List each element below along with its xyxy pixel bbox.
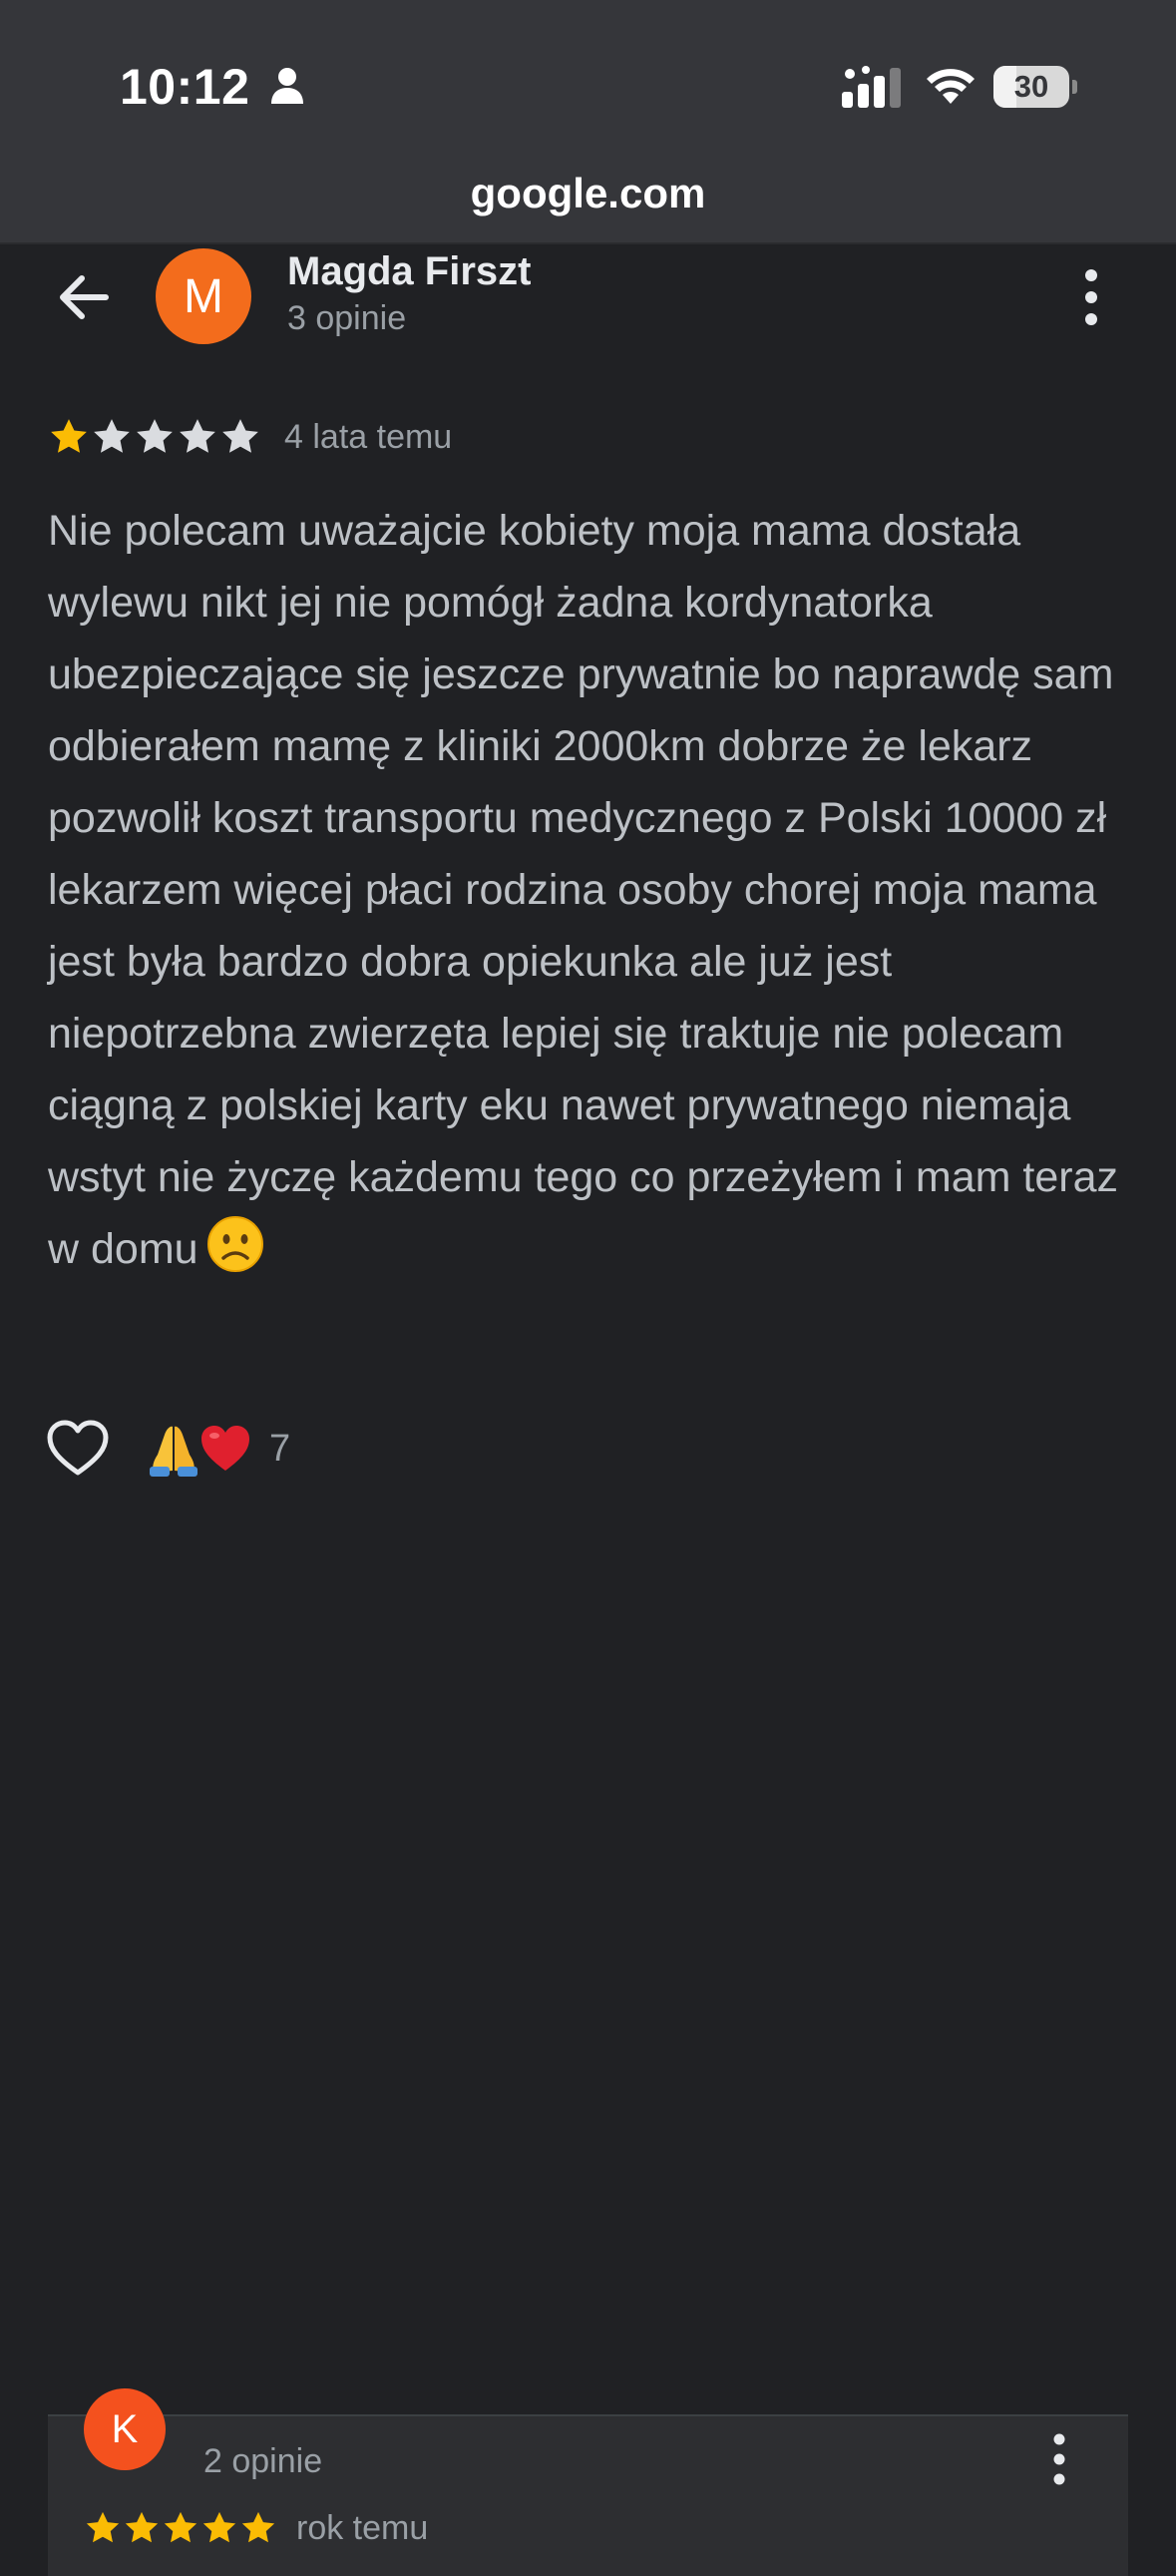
star-empty-icon bbox=[222, 419, 258, 453]
next-review-date: rok temu bbox=[296, 2508, 429, 2547]
heart-outline-icon[interactable] bbox=[46, 1419, 110, 1479]
reviewer-review-count: 3 opinie bbox=[287, 299, 407, 337]
wifi-icon bbox=[927, 69, 975, 104]
star-empty-icon bbox=[94, 419, 130, 453]
stars bbox=[48, 416, 262, 458]
reactions-summary[interactable]: 7 bbox=[148, 1421, 290, 1477]
next-review-card[interactable]: K 2 opinie rok temu bbox=[48, 2388, 1128, 2576]
star-filled-icon bbox=[164, 2511, 197, 2543]
star-filled-icon bbox=[202, 2511, 236, 2543]
battery-icon: 30 bbox=[993, 66, 1077, 108]
star-filled-icon bbox=[241, 2511, 275, 2543]
review-body: Nie polecam uważajcie kobiety moja mama … bbox=[48, 507, 1118, 1273]
star-rating: 4 lata temu bbox=[48, 413, 452, 461]
star-empty-icon bbox=[180, 419, 215, 453]
next-star-rating: rok temu bbox=[84, 2504, 428, 2552]
status-time: 10:12 bbox=[120, 59, 250, 115]
frowning-face-icon bbox=[206, 1216, 263, 1272]
review-text: Nie polecam uważajcie kobiety moja mama … bbox=[48, 495, 1135, 1285]
more-options-icon[interactable] bbox=[1075, 265, 1107, 329]
star-filled-icon bbox=[125, 2511, 159, 2543]
battery-level-text: 30 bbox=[1013, 69, 1049, 104]
back-arrow-icon[interactable] bbox=[52, 265, 116, 329]
star-empty-icon bbox=[137, 419, 173, 453]
next-stars bbox=[84, 2509, 278, 2547]
next-avatar[interactable]: K bbox=[84, 2388, 166, 2470]
next-avatar-letter: K bbox=[111, 2406, 139, 2451]
folded-hands-icon bbox=[150, 1426, 197, 1477]
reviewer-name[interactable]: Magda Firszt bbox=[287, 249, 531, 294]
cellular-signal-icon bbox=[842, 66, 901, 108]
star-filled-icon bbox=[86, 2511, 120, 2543]
more-options-icon[interactable] bbox=[1045, 2430, 1073, 2488]
reaction-count: 7 bbox=[269, 1427, 291, 1470]
red-heart-icon bbox=[201, 1426, 249, 1471]
review-date: 4 lata temu bbox=[284, 417, 453, 456]
url-bar[interactable]: google.com bbox=[0, 170, 1176, 217]
next-reviewer-review-count: 2 opinie bbox=[203, 2442, 323, 2480]
avatar-letter: M bbox=[184, 269, 223, 323]
person-icon bbox=[271, 68, 303, 104]
browser-chrome: 10:12 30 google.com bbox=[0, 0, 1176, 244]
star-filled-icon bbox=[51, 419, 87, 453]
avatar[interactable]: M bbox=[156, 248, 251, 344]
